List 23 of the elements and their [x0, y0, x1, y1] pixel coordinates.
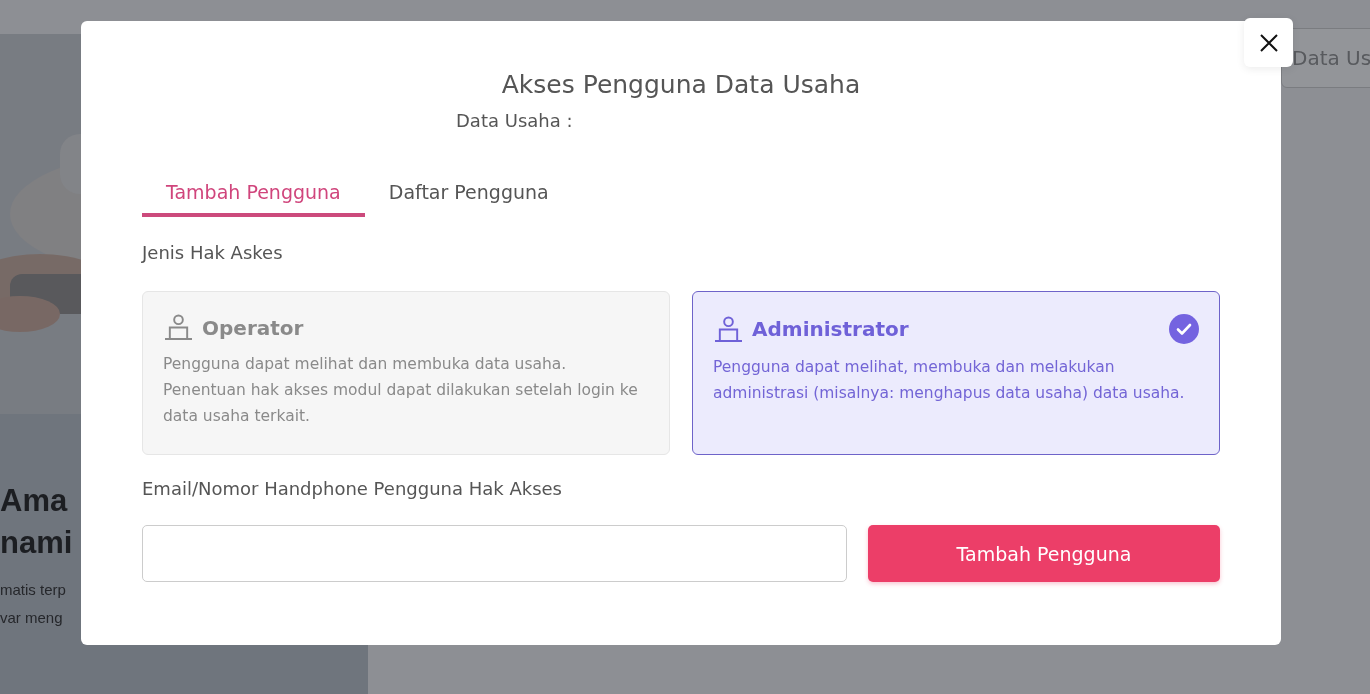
- option-description: Pengguna dapat melihat, membuka dan melakukan administrasi (misalnya: menghapus data usaha) data usaha.: [713, 357, 1186, 404]
- check-icon: [1169, 314, 1199, 344]
- headline-text: nami: [0, 524, 73, 562]
- section-label: Jenis Hak Askes: [142, 241, 283, 265]
- option-description: Pengguna dapat melihat dan membuka data usaha. Penentuan hak akses modul dapat dilakukan setelah login ke data usaha terkait.: [163, 354, 639, 427]
- user-laptop-icon: [163, 314, 194, 341]
- user-laptop-icon: [713, 315, 744, 343]
- close-icon: [1258, 32, 1279, 53]
- tab[interactable]: Daftar Pengguna: [364, 173, 573, 217]
- add-user-button[interactable]: Tambah Pengguna: [868, 525, 1220, 582]
- option-title: Administrator: [752, 317, 910, 341]
- access-option-card[interactable]: Administrator Pengguna dapat melihat, membuka dan melakukan administrasi (misalnya: menghapus data usaha) data usaha.: [692, 291, 1220, 455]
- tab[interactable]: Tambah Pengguna: [142, 173, 365, 217]
- dialog-title: Akses Pengguna Data Usaha: [501, 69, 861, 101]
- option-title: Operator: [202, 315, 305, 340]
- subtitle-label: Data Usaha :: [456, 109, 573, 133]
- headline-text: Ama: [0, 482, 68, 520]
- body-text: var meng: [0, 608, 63, 628]
- close-button[interactable]: [1244, 18, 1293, 67]
- body-text: matis terp: [0, 580, 66, 600]
- field-label: Email/Nomor Handphone Pengguna Hak Akses: [142, 477, 562, 501]
- contact-input-field[interactable]: [142, 525, 847, 582]
- access-option-card[interactable]: Operator Pengguna dapat melihat dan membuka data usaha. Penentuan hak akses modul dapat dilakukan setelah login ke data usaha terkait.: [142, 291, 670, 455]
